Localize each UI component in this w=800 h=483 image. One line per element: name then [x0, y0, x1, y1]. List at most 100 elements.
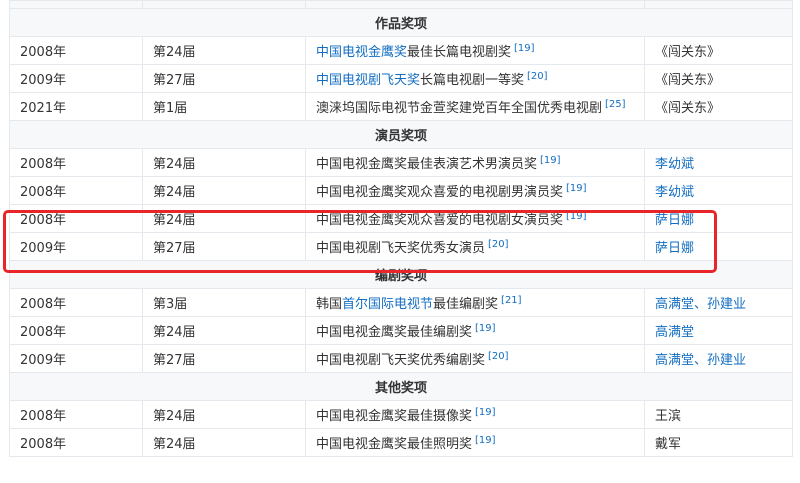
table-row: 2008年 第3届 韩国首尔国际电视节最佳编剧奖 [21] 高满堂、孙建业 — [9, 288, 793, 317]
section-header: 编剧奖项 — [9, 260, 793, 289]
winner-text: 《闯关东》 — [655, 73, 721, 88]
winner-cell: 《闯关东》 — [644, 36, 793, 65]
winner-cell: 李幼斌 — [644, 148, 793, 177]
winner-cell: 《闯关东》 — [644, 64, 793, 93]
session-cell: 第3届 — [142, 288, 306, 317]
year-cell: 2009年 — [9, 232, 143, 261]
winner-cell: 萨日娜 — [644, 232, 793, 261]
winner-text: 王滨 — [655, 409, 682, 424]
winner-link[interactable]: 萨日娜 — [655, 213, 694, 228]
award-cell: 中国电视剧飞天奖优秀编剧奖 [20] — [305, 344, 645, 373]
award-text: 中国电视金鹰奖最佳编剧奖 — [316, 325, 473, 340]
award-cell: 中国电视金鹰奖观众喜爱的电视剧女演员奖 [19] — [305, 204, 645, 233]
citation-ref[interactable]: [25] — [605, 99, 626, 110]
award-cell: 澳涞坞国际电视节金萱奖建党百年全国优秀电视剧 [25] — [305, 92, 645, 121]
year-cell: 2008年 — [9, 148, 143, 177]
winner-link[interactable]: 李幼斌 — [655, 185, 694, 200]
award-cell: 中国电视金鹰奖最佳表演艺术男演员奖 [19] — [305, 148, 645, 177]
award-cell: 韩国首尔国际电视节最佳编剧奖 [21] — [305, 288, 645, 317]
session-cell: 第24届 — [142, 176, 306, 205]
section-title: 编剧奖项 — [9, 260, 793, 289]
table-row: 2008年 第24届 中国电视金鹰奖最佳表演艺术男演员奖 [19] 李幼斌 — [9, 148, 793, 177]
winner-link[interactable]: 萨日娜 — [655, 241, 694, 256]
award-cell: 中国电视剧飞天奖优秀女演员 [20] — [305, 232, 645, 261]
winner-text: 《闯关东》 — [655, 45, 721, 60]
table-row: 2008年 第24届 中国电视金鹰奖观众喜爱的电视剧男演员奖 [19] 李幼斌 — [9, 176, 793, 205]
winner-text: 《闯关东》 — [655, 101, 721, 116]
award-text: 中国电视金鹰奖最佳摄像奖 — [316, 409, 473, 424]
award-text-suffix: 最佳长篇电视剧奖 — [407, 45, 512, 60]
section-header: 演员奖项 — [9, 120, 793, 149]
winner-cell: 高满堂、孙建业 — [644, 344, 793, 373]
award-cell: 中国电视剧飞天奖长篇电视剧一等奖 [20] — [305, 64, 645, 93]
winner-cell: 王滨 — [644, 400, 793, 429]
citation-ref[interactable]: [20] — [488, 239, 509, 250]
winner-link[interactable]: 高满堂、孙建业 — [655, 297, 746, 312]
session-cell: 第24届 — [142, 428, 306, 457]
award-text: 韩国 — [316, 297, 343, 312]
citation-ref[interactable]: [20] — [488, 351, 509, 362]
table-row: 2008年 第24届 中国电视金鹰奖最佳长篇电视剧奖 [19] 《闯关东》 — [9, 36, 793, 65]
award-cell: 中国电视金鹰奖最佳编剧奖 [19] — [305, 316, 645, 345]
award-text: 中国电视剧飞天奖优秀编剧奖 — [316, 353, 486, 368]
section-title: 其他奖项 — [9, 372, 793, 401]
citation-ref[interactable]: [19] — [475, 323, 496, 334]
award-text: 中国电视金鹰奖最佳表演艺术男演员奖 — [316, 157, 538, 172]
winner-cell: 高满堂 — [644, 316, 793, 345]
winner-link[interactable]: 李幼斌 — [655, 157, 694, 172]
winner-link[interactable]: 高满堂、孙建业 — [655, 353, 746, 368]
award-cell: 中国电视金鹰奖观众喜爱的电视剧男演员奖 [19] — [305, 176, 645, 205]
award-link[interactable]: 中国电视剧飞天奖 — [316, 73, 420, 88]
session-cell: 第24届 — [142, 204, 306, 233]
citation-ref[interactable]: [19] — [566, 211, 587, 222]
session-cell: 第24届 — [142, 316, 306, 345]
section-title: 作品奖项 — [9, 8, 793, 37]
year-cell: 2008年 — [9, 176, 143, 205]
citation-ref[interactable]: [19] — [540, 155, 561, 166]
session-cell: 第24届 — [142, 400, 306, 429]
session-cell: 第27届 — [142, 64, 306, 93]
award-cell: 中国电视金鹰奖最佳长篇电视剧奖 [19] — [305, 36, 645, 65]
section-header: 其他奖项 — [9, 372, 793, 401]
section-header: 作品奖项 — [9, 8, 793, 37]
year-cell: 2008年 — [9, 428, 143, 457]
citation-ref[interactable]: [21] — [501, 295, 522, 306]
table-row: 2009年 第27届 中国电视剧飞天奖优秀编剧奖 [20] 高满堂、孙建业 — [9, 344, 793, 373]
award-link[interactable]: 首尔国际电视节 — [342, 297, 433, 312]
award-text-suffix: 最佳编剧奖 — [433, 297, 499, 312]
table-row: 2009年 第27届 中国电视剧飞天奖优秀女演员 [20] 萨日娜 — [9, 232, 793, 261]
citation-ref[interactable]: [19] — [475, 407, 496, 418]
year-cell: 2008年 — [9, 400, 143, 429]
winner-cell: 萨日娜 — [644, 204, 793, 233]
table-row: 2021年 第1届 澳涞坞国际电视节金萱奖建党百年全国优秀电视剧 [25] 《闯关东》 — [9, 92, 793, 121]
winner-cell: 《闯关东》 — [644, 92, 793, 121]
table-top-edge — [9, 0, 793, 9]
table-row: 2008年 第24届 中国电视金鹰奖最佳照明奖 [19] 戴军 — [9, 428, 793, 457]
winner-text: 戴军 — [655, 437, 682, 452]
session-cell: 第1届 — [142, 92, 306, 121]
award-cell: 中国电视金鹰奖最佳照明奖 [19] — [305, 428, 645, 457]
table-row: 2009年 第27届 中国电视剧飞天奖长篇电视剧一等奖 [20] 《闯关东》 — [9, 64, 793, 93]
awards-table-container: 作品奖项 2008年 第24届 中国电视金鹰奖最佳长篇电视剧奖 [19] 《闯关东》 200… — [9, 0, 793, 457]
award-link[interactable]: 中国电视金鹰奖 — [316, 45, 407, 60]
citation-ref[interactable]: [20] — [527, 71, 548, 82]
year-cell: 2008年 — [9, 316, 143, 345]
award-cell: 中国电视金鹰奖最佳摄像奖 [19] — [305, 400, 645, 429]
awards-table-body: 作品奖项 2008年 第24届 中国电视金鹰奖最佳长篇电视剧奖 [19] 《闯关东》 200… — [9, 0, 793, 457]
award-text: 中国电视剧飞天奖优秀女演员 — [316, 241, 486, 256]
award-text: 中国电视金鹰奖最佳照明奖 — [316, 437, 473, 452]
awards-table: 作品奖项 2008年 第24届 中国电视金鹰奖最佳长篇电视剧奖 [19] 《闯关东》 200… — [9, 0, 793, 457]
citation-ref[interactable]: [19] — [475, 435, 496, 446]
award-text: 澳涞坞国际电视节金萱奖建党百年全国优秀电视剧 — [316, 101, 603, 116]
citation-ref[interactable]: [19] — [514, 43, 535, 54]
award-text-suffix: 长篇电视剧一等奖 — [420, 73, 525, 88]
award-text: 中国电视金鹰奖观众喜爱的电视剧男演员奖 — [316, 185, 564, 200]
section-title: 演员奖项 — [9, 120, 793, 149]
winner-link[interactable]: 高满堂 — [655, 325, 694, 340]
citation-ref[interactable]: [19] — [566, 183, 587, 194]
year-cell: 2008年 — [9, 36, 143, 65]
year-cell: 2008年 — [9, 288, 143, 317]
table-row: 2008年 第24届 中国电视金鹰奖最佳编剧奖 [19] 高满堂 — [9, 316, 793, 345]
winner-cell: 李幼斌 — [644, 176, 793, 205]
winner-cell: 戴军 — [644, 428, 793, 457]
